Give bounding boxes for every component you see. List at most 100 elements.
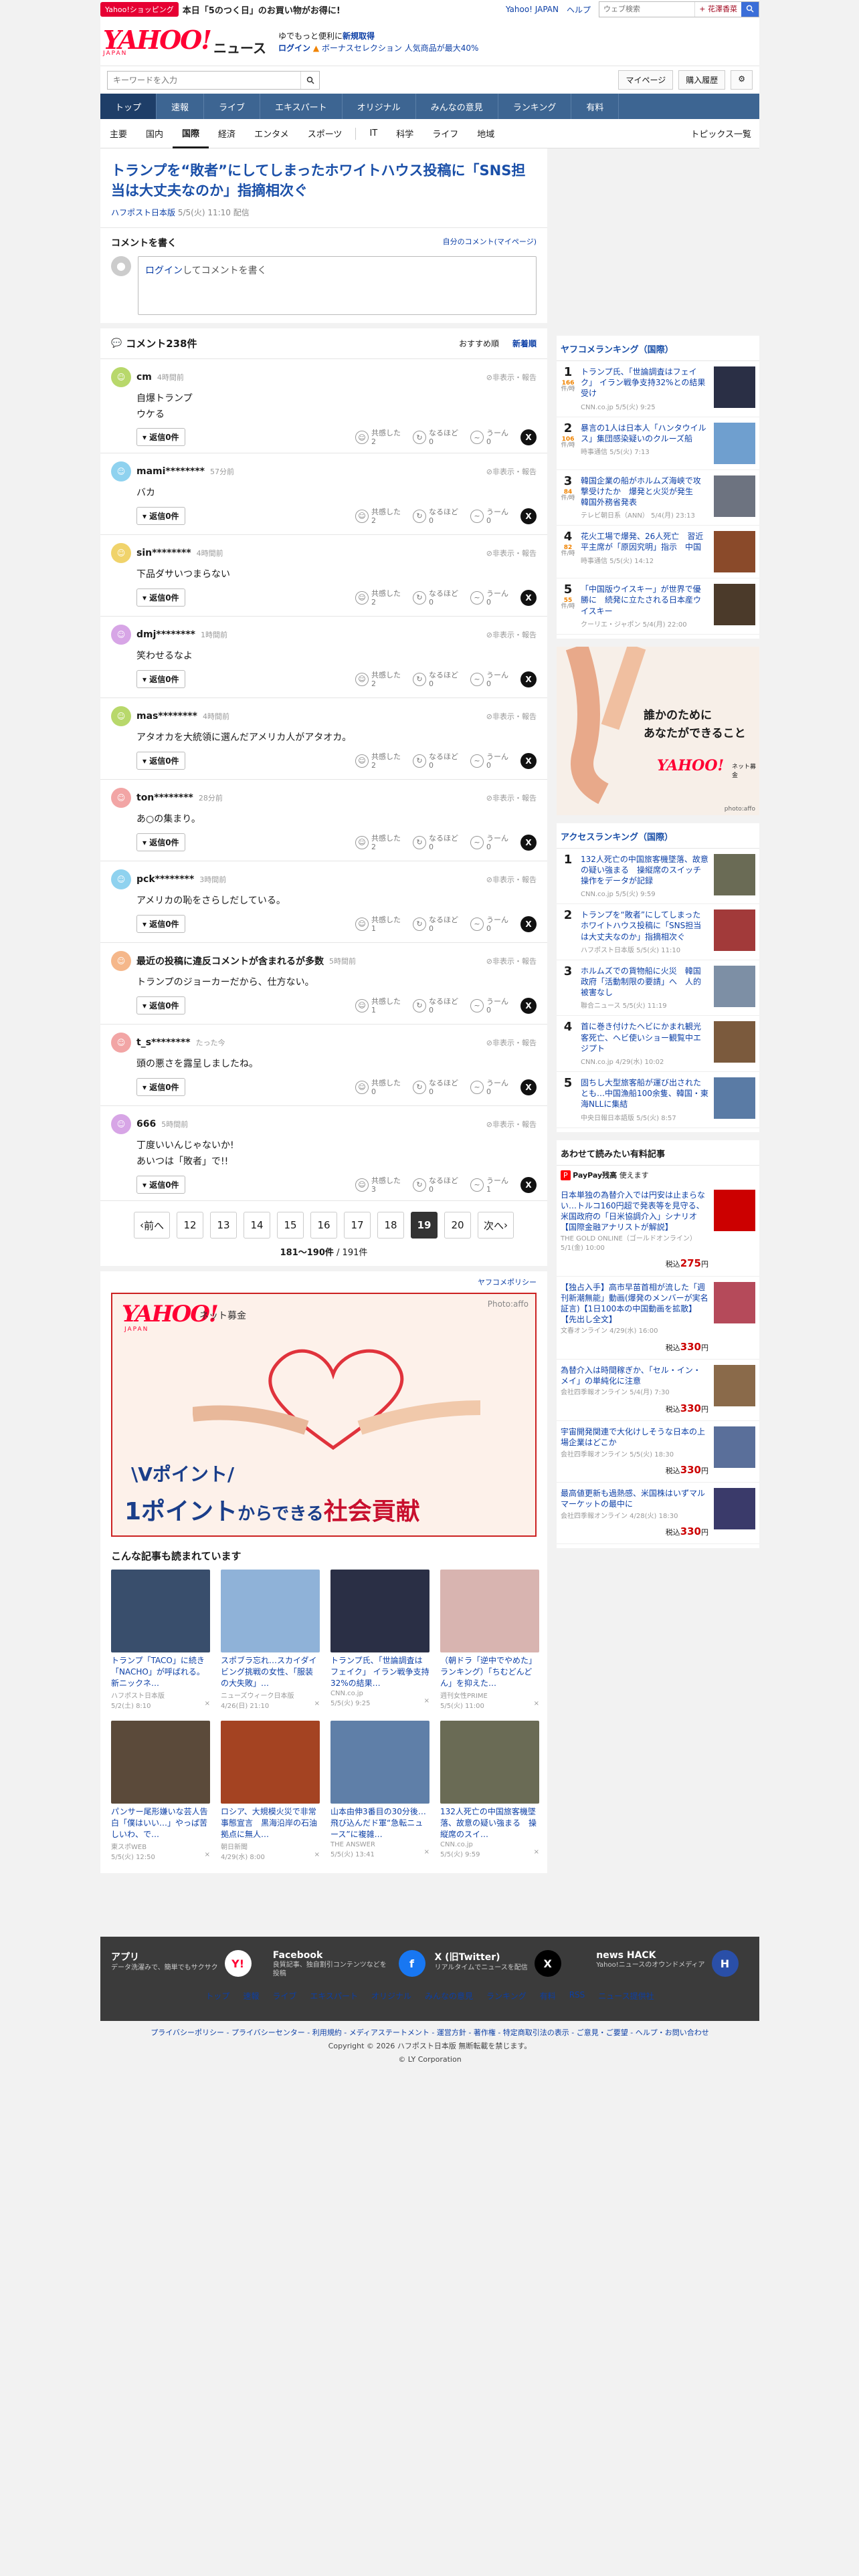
login-link[interactable]: ログイン xyxy=(278,43,310,53)
footer-app[interactable]: Facebook 良質記事、独自割引コンテンツなどを投稿 f xyxy=(273,1950,425,1978)
hmm-button[interactable]: ~ うーん 0 xyxy=(470,916,508,933)
x-share-icon[interactable]: X xyxy=(520,753,537,770)
rank-title[interactable]: 暴言の1人は日本人「ハンタウイルス」集団感染疑いのクルーズ船 xyxy=(581,423,708,444)
comment-user[interactable]: 最近の投稿に違反コメントが含まれるが多数 xyxy=(136,954,324,968)
yahoo-japan-link[interactable]: Yahoo! JAPAN xyxy=(506,5,559,14)
card-title[interactable]: パンサー尾形嫌いな芸人告白「僕はいい…」やっぱ苦しいわ、で… xyxy=(111,1806,210,1840)
card-thumbnail[interactable] xyxy=(111,1721,210,1804)
hide-report-link[interactable]: ⊘非表示・報告 xyxy=(486,372,537,383)
nav-paid[interactable]: 有料 xyxy=(571,94,619,119)
card-title[interactable]: スポブラ忘れ…スカイダイビング挑戦の女性、「服装の大失敗」… xyxy=(221,1655,320,1689)
footer-link[interactable]: 有料 xyxy=(540,1990,556,2002)
card-thumbnail[interactable] xyxy=(221,1721,320,1804)
rank-title[interactable]: トランプを“敗者”にしてしまったホワイトハウス投稿に「SNS担当は大丈夫なのか」… xyxy=(581,909,708,942)
deep-button[interactable]: ↻ なるほど 0 xyxy=(413,671,458,688)
agree-button[interactable]: ☺ 共感した 3 xyxy=(355,1176,401,1194)
cat-sports[interactable]: スポーツ xyxy=(298,119,352,148)
close-icon[interactable]: × xyxy=(534,1848,539,1858)
rank-title[interactable]: 首に巻き付けたヘビにかまれ観光客死亡、ヘビ使いショー観覧中エジプト xyxy=(581,1021,708,1054)
cat-it[interactable]: IT xyxy=(360,119,387,148)
comment-policy-link[interactable]: ヤフコメポリシー xyxy=(478,1278,537,1287)
card-title[interactable]: トランプ「TACO」に続き「NACHO」が呼ばれる。新ニックネ… xyxy=(111,1655,210,1689)
reply-button[interactable]: ▾ 返信0件 xyxy=(136,588,185,607)
page-12[interactable]: 12 xyxy=(177,1212,203,1239)
reply-button[interactable]: ▾ 返信0件 xyxy=(136,915,185,934)
x-share-icon[interactable]: X xyxy=(520,590,537,607)
cat-life[interactable]: ライフ xyxy=(423,119,468,148)
comment-user[interactable]: mami******** xyxy=(136,466,205,477)
cat-international[interactable]: 国際 xyxy=(173,119,209,148)
card-thumbnail[interactable] xyxy=(330,1721,430,1804)
hmm-button[interactable]: ~ うーん 0 xyxy=(470,589,508,607)
comment-textarea[interactable]: ログインしてコメントを書く xyxy=(138,255,537,315)
card-title[interactable]: トランプ氏、「世論調査はフェイク」 イラン戦争支持32%の結果… xyxy=(330,1655,430,1689)
hide-report-link[interactable]: ⊘非表示・報告 xyxy=(486,874,537,885)
hide-report-link[interactable]: ⊘非表示・報告 xyxy=(486,466,537,477)
nav-expert[interactable]: エキスパート xyxy=(260,94,343,119)
reply-button[interactable]: ▾ 返信0件 xyxy=(136,752,185,770)
reply-button[interactable]: ▾ 返信0件 xyxy=(136,1176,185,1194)
policy-links[interactable]: プライバシーポリシー - プライバシーセンター - 利用規約 - メディアステー… xyxy=(100,2026,759,2040)
pager-next[interactable]: 次へ › xyxy=(478,1212,514,1239)
avatar[interactable]: ☺ xyxy=(111,461,131,482)
reply-button[interactable]: ▾ 返信0件 xyxy=(136,996,185,1015)
close-icon[interactable]: × xyxy=(314,1700,320,1710)
x-share-icon[interactable]: X xyxy=(520,1176,537,1193)
ranking-item[interactable]: 3 ホルムズでの貨物船に火災 韓国政府「活動制限の要請」へ 人的被害なし 聯合ニュー… xyxy=(557,960,759,1016)
hide-report-link[interactable]: ⊘非表示・報告 xyxy=(486,956,537,966)
avatar[interactable]: ☺ xyxy=(111,869,131,890)
pager-prev[interactable]: ‹ 前へ xyxy=(133,1212,170,1239)
x-share-icon[interactable]: X xyxy=(520,671,537,688)
close-icon[interactable]: × xyxy=(205,1700,210,1710)
rank-thumbnail[interactable] xyxy=(714,909,755,952)
paid-title[interactable]: 為替介入は時間稼ぎか、「セル・イン・メイ」の単純化に注意 xyxy=(561,1366,701,1386)
cat-economy[interactable]: 経済 xyxy=(209,119,245,148)
footer-link[interactable]: トップ xyxy=(205,1990,229,2002)
x-share-icon[interactable]: X xyxy=(520,508,537,525)
paid-thumbnail[interactable] xyxy=(714,1365,755,1406)
cat-science[interactable]: 科学 xyxy=(387,119,423,148)
reply-button[interactable]: ▾ 返信0件 xyxy=(136,833,185,852)
page-16[interactable]: 16 xyxy=(310,1212,337,1239)
nav-ranking[interactable]: ランキング xyxy=(498,94,572,119)
footer-link[interactable]: 速報 xyxy=(243,1990,259,2002)
page-14[interactable]: 14 xyxy=(244,1212,270,1239)
comment-user[interactable]: dmj******** xyxy=(136,629,195,640)
ranking-item[interactable]: 1 132人死亡の中国旅客機墜落、故意の疑い強まる 操縦席のスイッチ操作をデータが… xyxy=(557,849,759,905)
close-icon[interactable]: × xyxy=(205,1851,210,1861)
deep-button[interactable]: ↻ なるほど 0 xyxy=(413,429,458,446)
promo-text[interactable]: 本日「5のつく日」のお買い物がお得に! xyxy=(183,3,341,16)
comment-user[interactable]: t_s******** xyxy=(136,1037,191,1048)
rank-thumbnail[interactable] xyxy=(714,584,755,626)
hmm-button[interactable]: ~ うーん 0 xyxy=(470,1079,508,1096)
avatar[interactable]: ☺ xyxy=(111,706,131,727)
footer-link[interactable]: ライブ xyxy=(272,1990,296,2002)
paid-article[interactable]: 為替介入は時間稼ぎか、「セル・イン・メイ」の単純化に注意 会社四季報オンライン 5… xyxy=(557,1360,759,1422)
donation-ad-banner[interactable]: YAHOO! JAPAN ネット募金 Photo:affo \Vポイント/ 1ポ… xyxy=(111,1293,537,1537)
avatar[interactable]: ☺ xyxy=(111,625,131,645)
avatar[interactable]: ☺ xyxy=(111,543,131,564)
related-card[interactable]: トランプ氏、「世論調査はフェイク」 イラン戦争支持32%の結果… CNN.co.j… xyxy=(330,1570,430,1710)
comment-user[interactable]: 666 xyxy=(136,1119,156,1130)
rank-thumbnail[interactable] xyxy=(714,531,755,573)
paid-title[interactable]: 宇宙開発関連で大化けしそうな日本の上場企業はどこか xyxy=(561,1427,705,1447)
deep-button[interactable]: ↻ なるほど 0 xyxy=(413,589,458,607)
rank-title[interactable]: 花火工場で爆発、26人死亡 習近平主席が「原因究明」指示 中国 xyxy=(581,531,708,552)
paid-title[interactable]: 日本単独の為替介入では円安は止まらない…トルコ160円超で発表等を見守る、米国政… xyxy=(561,1190,705,1232)
related-card[interactable]: パンサー尾形嫌いな芸人告白「僕はいい…」やっぱ苦しいわ、で… 東スポWEB 5/5(… xyxy=(111,1721,210,1861)
hide-report-link[interactable]: ⊘非表示・報告 xyxy=(486,548,537,558)
hide-report-link[interactable]: ⊘非表示・報告 xyxy=(486,711,537,722)
web-search-button[interactable] xyxy=(741,2,759,17)
nav-original[interactable]: オリジナル xyxy=(343,94,416,119)
card-thumbnail[interactable] xyxy=(440,1570,539,1653)
comment-user[interactable]: ton******** xyxy=(136,792,193,803)
reply-button[interactable]: ▾ 返信0件 xyxy=(136,1078,185,1097)
card-thumbnail[interactable] xyxy=(221,1570,320,1653)
agree-button[interactable]: ☺ 共感した 2 xyxy=(355,508,401,525)
hmm-button[interactable]: ~ うーん 0 xyxy=(470,997,508,1014)
comment-user[interactable]: cm xyxy=(136,372,152,383)
hide-report-link[interactable]: ⊘非表示・報告 xyxy=(486,1037,537,1048)
hmm-button[interactable]: ~ うーん 0 xyxy=(470,752,508,770)
related-card[interactable]: 132人死亡の中国旅客機墜落、故意の疑い強まる 操縦席のスイ… CNN.co.jp… xyxy=(440,1721,539,1861)
paid-thumbnail[interactable] xyxy=(714,1426,755,1469)
